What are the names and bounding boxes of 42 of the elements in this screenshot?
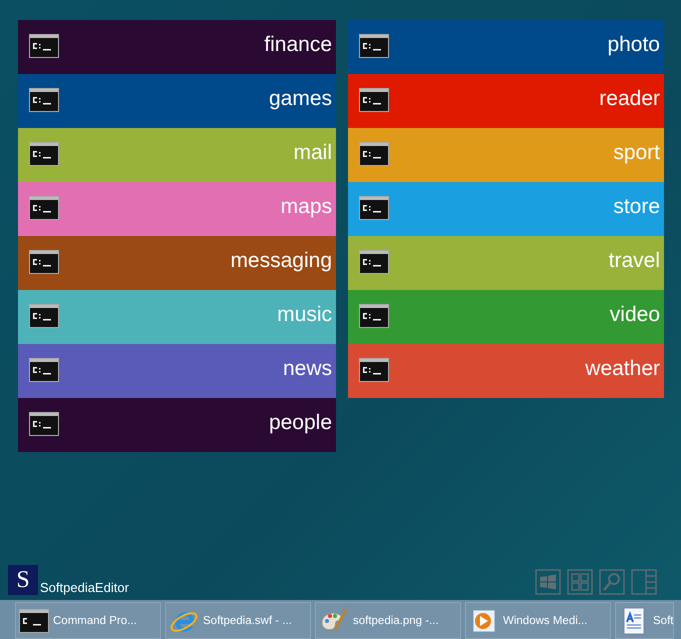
console-icon [359, 88, 389, 112]
app-tile[interactable]: store [348, 182, 664, 236]
console-icon [29, 358, 59, 382]
taskbar-button[interactable]: Soft [615, 602, 674, 639]
app-tile[interactable]: news [18, 344, 336, 398]
app-tile[interactable]: weather [348, 344, 664, 398]
console-icon [29, 34, 59, 58]
app-tile[interactable]: games [18, 74, 336, 128]
console-icon [359, 196, 389, 220]
console-icon [359, 142, 389, 166]
taskbar-button[interactable]: Command Pro... [15, 602, 161, 639]
console-icon [29, 304, 59, 328]
app-tile[interactable]: photo [348, 20, 664, 74]
app-tile[interactable]: people [18, 398, 336, 452]
console-icon [359, 358, 389, 382]
app-tile[interactable]: messaging [18, 236, 336, 290]
app-tile[interactable]: travel [348, 236, 664, 290]
windows-logo-icon[interactable] [535, 569, 561, 595]
console-icon [29, 88, 59, 112]
taskbar-button[interactable]: Windows Medi... [465, 602, 611, 639]
user-name: SoftpediaEditor [40, 580, 129, 595]
console-icon [359, 304, 389, 328]
app-tile[interactable]: finance [18, 20, 336, 74]
taskbar-button[interactable]: Softpedia.swf - ... [165, 602, 311, 639]
console-icon [29, 196, 59, 220]
side-panel-icon[interactable] [631, 569, 657, 595]
app-tile[interactable]: video [348, 290, 664, 344]
console-icon [359, 34, 389, 58]
app-tile[interactable]: sport [348, 128, 664, 182]
grid-icon[interactable] [567, 569, 593, 595]
console-icon [29, 250, 59, 274]
console-icon [359, 250, 389, 274]
user-initial-tile[interactable]: S [8, 565, 38, 595]
console-icon [29, 412, 59, 436]
console-icon [29, 142, 59, 166]
app-tile[interactable]: reader [348, 74, 664, 128]
app-tile[interactable]: music [18, 290, 336, 344]
app-tile[interactable]: maps [18, 182, 336, 236]
taskbar-button[interactable]: softpedia.png -... [315, 602, 461, 639]
console-icon [19, 608, 49, 632]
app-tile[interactable]: mail [18, 128, 336, 182]
search-icon[interactable] [599, 569, 625, 595]
